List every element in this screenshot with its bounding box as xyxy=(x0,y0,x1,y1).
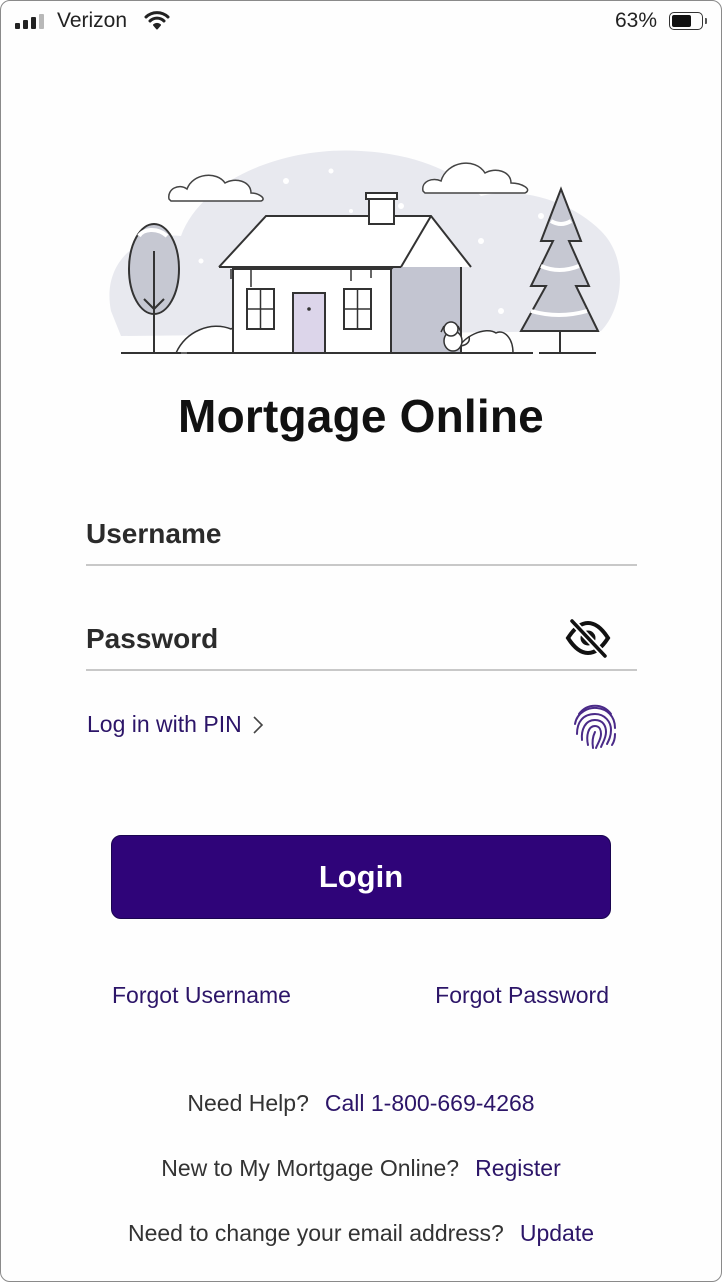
battery-icon xyxy=(669,12,707,30)
password-input[interactable] xyxy=(86,613,556,665)
eye-slash-icon[interactable] xyxy=(563,613,613,663)
pin-link-label: Log in with PIN xyxy=(87,711,242,737)
carrier-name: Verizon xyxy=(57,9,128,32)
battery-percentage: 63% xyxy=(614,9,657,32)
wifi-icon xyxy=(144,11,170,30)
call-support-link[interactable]: Call 1-800-669-4268 xyxy=(325,1090,535,1116)
need-help-text: Need Help? xyxy=(187,1090,309,1116)
new-user-text: New to My Mortgage Online? xyxy=(161,1155,460,1181)
update-email-row: Need to change your email address? Update xyxy=(1,1220,721,1247)
username-field-container xyxy=(86,508,637,566)
signal-icon xyxy=(15,13,44,29)
login-with-pin-link[interactable]: Log in with PIN xyxy=(87,711,264,738)
fingerprint-icon[interactable] xyxy=(569,700,621,752)
login-button[interactable]: Login xyxy=(111,835,611,919)
chevron-right-icon xyxy=(253,715,263,734)
change-email-text: Need to change your email address? xyxy=(127,1220,504,1246)
register-link[interactable]: Register xyxy=(475,1155,561,1181)
snowy-house-illustration xyxy=(109,150,620,354)
app-title: Mortgage Online xyxy=(178,390,544,442)
status-bar: Verizon 63% xyxy=(1,1,721,43)
forgot-password-link[interactable]: Forgot Password xyxy=(435,982,609,1009)
username-input[interactable] xyxy=(86,508,556,560)
need-help-row: Need Help? Call 1-800-669-4268 xyxy=(1,1090,721,1117)
register-row: New to My Mortgage Online? Register xyxy=(1,1155,721,1182)
update-email-link[interactable]: Update xyxy=(520,1220,594,1246)
password-field-container xyxy=(86,613,637,671)
forgot-username-link[interactable]: Forgot Username xyxy=(112,982,291,1009)
app-screen: Verizon 63% Mortgage Online Username Log… xyxy=(0,0,722,1282)
